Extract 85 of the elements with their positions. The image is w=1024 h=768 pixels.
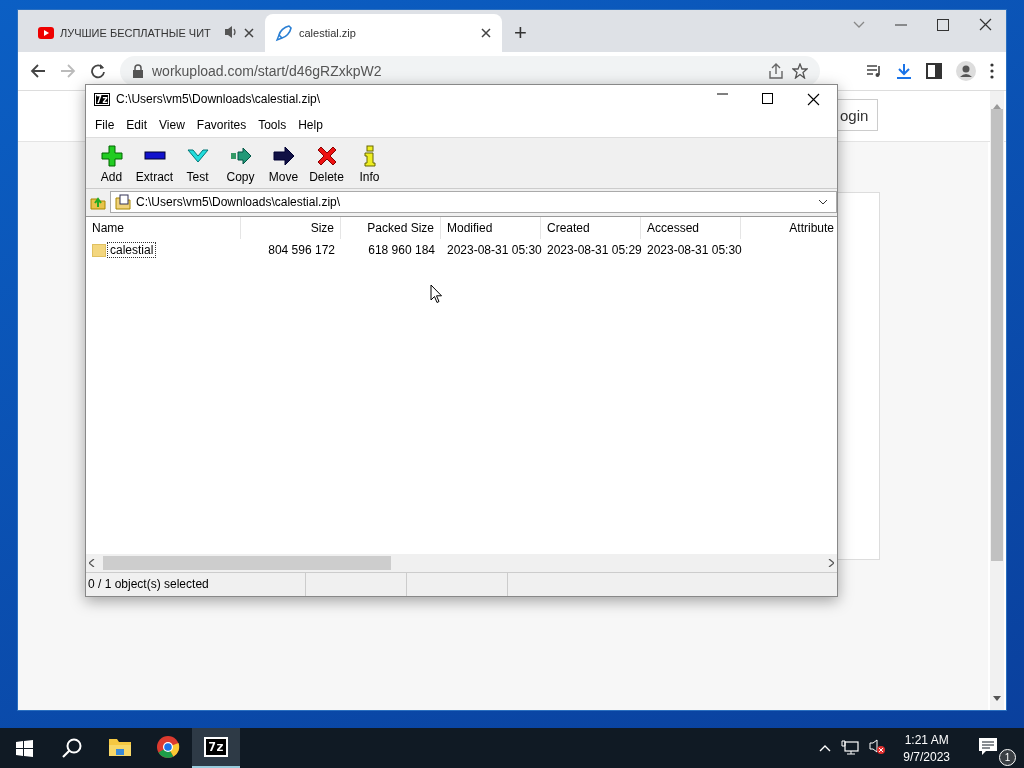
toolbar-button[interactable]: Test (176, 142, 219, 184)
minimize-icon (717, 92, 728, 95)
side-panel-icon (926, 63, 942, 79)
app-logo: 7z (94, 92, 111, 106)
arrow-right-icon (272, 144, 295, 167)
x-icon (315, 144, 338, 167)
notification-button[interactable] (978, 737, 998, 756)
archive-folder-icon (115, 193, 131, 210)
lock-icon (132, 64, 144, 78)
toolbar-button[interactable]: Add (90, 142, 133, 184)
tab-title: calestial.zip (299, 27, 357, 39)
login-button[interactable]: ogin (838, 99, 878, 131)
table-cell-text: 618 960 184 (367, 242, 436, 259)
column-header[interactable]: Name (86, 217, 241, 239)
menu-item[interactable]: Tools (252, 118, 293, 132)
column-header[interactable]: Accessed (641, 217, 741, 239)
media-queue-icon (866, 63, 882, 79)
menu-item[interactable]: Edit (120, 118, 154, 132)
speaker-icon (224, 24, 237, 39)
table-cell-text: 2023-08-31 05:30 (646, 242, 741, 259)
star-icon (792, 63, 808, 79)
column-header[interactable]: Modified (441, 217, 541, 239)
toolbar-button[interactable]: Extract (133, 142, 176, 184)
download-icon (896, 63, 912, 79)
close-icon (807, 92, 820, 106)
search-icon (62, 738, 82, 758)
table-cell[interactable]: calestial (107, 242, 157, 258)
windows-logo-icon (15, 739, 33, 757)
app-logo: 7z (204, 737, 228, 757)
clock-date: 9/7/2023 (903, 749, 950, 764)
address-bar[interactable]: workupload.com/start/d46gRZxkpW2 (120, 56, 820, 86)
toolbar-button[interactable]: Copy (219, 142, 262, 184)
window-title: C:\Users\vm5\Downloads\calestial.zip\ (116, 92, 322, 106)
chevron-down-icon (853, 21, 865, 28)
tab-title: ЛУЧШИЕ БЕСПЛАТНЫЕ ЧИТ (60, 27, 212, 39)
scrollbar[interactable] (990, 91, 1004, 710)
table-cell-text: 2023-08-31 05:29 (546, 242, 641, 259)
maximize-icon (762, 92, 773, 104)
mouse-pointer-icon (430, 284, 443, 304)
table-cell-text: 804 596 172 (267, 242, 336, 259)
scroll-left-icon (89, 559, 95, 567)
menu-item[interactable]: Help (292, 118, 329, 132)
share-icon (768, 63, 784, 79)
column-header[interactable]: Packed Size (341, 217, 441, 239)
taskbar-app-button[interactable]: 7z (192, 728, 240, 768)
reload-icon (90, 63, 106, 79)
new-tab-button[interactable]: + (514, 22, 527, 44)
close-icon (480, 27, 492, 39)
column-header[interactable]: Size (241, 217, 341, 239)
profile-avatar-icon (956, 61, 976, 81)
browser-tab[interactable]: ЛУЧШИЕ БЕСПЛАТНЫЕ ЧИТ (28, 14, 265, 52)
message-icon (978, 737, 998, 756)
table-cell-text: 2023-08-31 05:30 (446, 242, 541, 259)
toolbar-button[interactable]: Move (262, 142, 305, 184)
toolbar-button[interactable]: Delete (305, 142, 348, 184)
close-icon (979, 18, 992, 31)
column-header[interactable]: Attribute (741, 217, 837, 239)
notification-count: 1 (999, 749, 1016, 766)
close-icon (243, 27, 255, 39)
forward-arrow-icon (60, 63, 76, 79)
path-field[interactable]: C:\Users\vm5\Downloads\calestial.zip\ (110, 190, 837, 213)
toolbar-button[interactable]: Info (348, 142, 391, 184)
maximize-icon (937, 18, 949, 31)
clock-time: 1:21 AM (904, 732, 949, 747)
menu-item[interactable]: Favorites (190, 118, 253, 132)
scroll-right-icon (828, 559, 834, 567)
chevron-up-icon (819, 744, 832, 752)
folder-icon (108, 736, 132, 758)
menu-item[interactable]: File (89, 118, 121, 132)
back-arrow-icon (30, 63, 46, 79)
network-icon (841, 740, 860, 756)
speaker-muted-icon (869, 738, 886, 754)
status-text: 0 / 1 object(s) selected (86, 573, 306, 596)
folder-icon (92, 242, 106, 258)
column-header[interactable]: Created (541, 217, 641, 239)
more-menu-icon (990, 63, 994, 79)
scroll-down-icon (993, 696, 1001, 702)
plus-icon (100, 144, 123, 167)
rocket-icon (275, 24, 293, 42)
browser-tab[interactable]: calestial.zip (265, 14, 502, 52)
horizontal-scrollbar[interactable] (86, 554, 837, 572)
minimize-icon (895, 23, 907, 26)
menu-item[interactable]: View (153, 118, 191, 132)
video-play-icon (38, 26, 54, 40)
chrome-icon (156, 735, 180, 759)
